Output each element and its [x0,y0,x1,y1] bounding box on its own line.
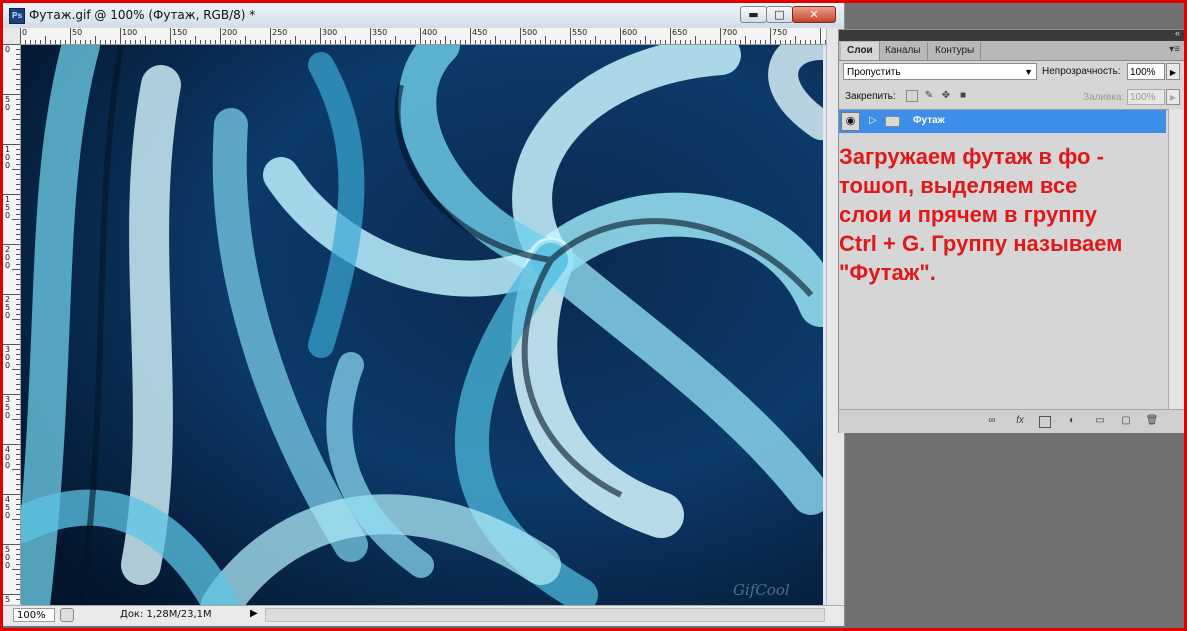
ruler-top-label: 0 [22,28,28,37]
annotation-text: Загружаем футаж в фо - тошоп, выделяем в… [839,144,1123,285]
ruler-left-label: 5 5 0 [5,595,11,605]
status-menu-arrow-icon[interactable]: ▶ [250,608,258,619]
panel-header-bar[interactable]: « [839,28,1184,41]
new-layer-icon[interactable]: ▢ [1119,415,1133,427]
image-canvas[interactable]: GifCool [21,45,823,605]
panel-menu-icon[interactable]: ▾≡ [1169,44,1180,55]
close-icon: ✕ [809,8,819,21]
zoom-level-field[interactable]: 100% [13,608,55,622]
folder-icon [885,116,900,127]
lock-pixels-brush-icon[interactable]: ✎ [923,90,935,102]
layers-panel: « Слои Каналы Контуры ▾≡ Пропустить ▼ Неп… [838,28,1185,433]
photoshop-app-icon: Ps [9,8,25,24]
blend-mode-select[interactable]: Пропустить ▼ [843,63,1037,80]
status-options-icon[interactable] [60,608,74,622]
layers-scrollbar[interactable] [1168,109,1185,409]
ruler-left-label: 4 0 0 [5,445,11,470]
ruler-left-label: 3 0 0 [5,345,11,370]
maximize-button[interactable]: □ [766,6,793,23]
visibility-eye-icon[interactable]: ◉ [841,112,860,131]
layer-row-group[interactable]: ◉ ▷ Футаж [839,110,1166,133]
layers-panel-footer: ∞ fx ◐ ▭ ▢ 🗑 [839,409,1184,433]
ruler-top-label: 550 [572,28,588,37]
swirl-image: GifCool [21,45,823,605]
layers-list: ◉ ▷ Футаж Загружаем футаж в фо - тошоп, … [839,109,1168,410]
horizontal-ruler[interactable]: 0 50 100 150 200 250 300 350 400 450 500 550 600 650 7… [20,28,826,45]
document-size-info: Док: 1,28M/23,1M [120,609,212,620]
ruler-top-label: 400 [422,28,438,37]
ruler-left-label: 2 0 0 [5,245,11,270]
ruler-top-label: 300 [322,28,338,37]
ruler-top-label: 600 [622,28,638,37]
delete-layer-trash-icon[interactable]: 🗑 [1145,415,1159,427]
ruler-left-label: 1 0 0 [5,145,11,170]
ruler-top-label: 150 [172,28,188,37]
ruler-top-label: 350 [372,28,388,37]
ruler-origin[interactable] [3,28,21,45]
ruler-top-label: 100 [122,28,138,37]
fill-slider-arrow-icon[interactable]: ▶ [1166,89,1180,105]
adjustment-layer-icon[interactable]: ◐ [1065,415,1079,427]
vertical-ruler[interactable]: 0 5 0 1 0 0 1 5 0 2 0 0 2 5 0 3 0 0 3 5 0 4 0 0 4… [3,44,21,604]
new-group-icon[interactable]: ▭ [1093,415,1107,427]
layer-style-fx-icon[interactable]: fx [1013,415,1027,427]
collapse-icon[interactable]: « [1175,28,1180,38]
ruler-top-label: 700 [722,28,738,37]
fill-label: Заливка: [1083,92,1125,103]
ruler-left-label: 0 [5,45,11,54]
minimize-icon: ▬ [748,8,759,21]
close-button[interactable]: ✕ [792,6,836,23]
ruler-top-label: 450 [472,28,488,37]
ruler-left-label: 2 5 0 [5,295,11,320]
maximize-icon: □ [774,8,785,21]
lock-all-padlock-icon[interactable]: ■ [957,90,969,102]
ruler-top-label: 250 [272,28,288,37]
opacity-field[interactable]: 100% [1127,63,1165,80]
tab-layers[interactable]: Слои [841,42,880,60]
expand-group-triangle-icon[interactable]: ▷ [869,115,877,126]
status-bar: 100% Док: 1,28M/23,1M ▶ [3,605,844,625]
document-window: Ps Футаж.gif @ 100% (Футаж, RGB/8) * ▬ □… [3,3,845,626]
tab-paths[interactable]: Контуры [929,42,982,60]
ruler-top-label: 500 [522,28,538,37]
minimize-button[interactable]: ▬ [740,6,767,23]
ruler-top-label: 200 [222,28,238,37]
document-title-bar[interactable]: Ps Футаж.gif @ 100% (Футаж, RGB/8) * ▬ □… [3,3,844,29]
fill-field[interactable]: 100% [1127,89,1165,105]
ruler-left-label: 5 0 0 [5,545,11,570]
lock-label: Закрепить: [845,91,896,102]
ruler-left-label: 1 5 0 [5,195,11,220]
document-title: Футаж.gif @ 100% (Футаж, RGB/8) * [29,8,256,22]
lock-position-move-icon[interactable]: ✥ [940,90,952,102]
chevron-down-icon: ▼ [1024,67,1033,77]
panel-tabs: Слои Каналы Контуры ▾≡ [839,41,1184,61]
horizontal-scrollbar[interactable] [265,608,825,622]
watermark-text: GifCool [733,581,790,599]
layer-name[interactable]: Футаж [913,115,945,126]
blend-mode-value: Пропустить [847,67,901,78]
ruler-left-label: 5 0 [5,95,11,112]
tab-channels[interactable]: Каналы [879,42,928,60]
ruler-top-label: 750 [772,28,788,37]
ruler-left-label: 4 5 0 [5,495,11,520]
link-layers-icon[interactable]: ∞ [985,415,999,427]
ruler-top-label: 50 [72,28,83,37]
ruler-left-label: 3 5 0 [5,395,11,420]
opacity-label: Непрозрачность: [1042,66,1121,77]
ruler-top-label: 650 [672,28,688,37]
lock-transparency-icon[interactable] [906,90,918,102]
opacity-slider-arrow-icon[interactable]: ▶ [1166,63,1180,80]
add-mask-icon[interactable] [1039,416,1051,428]
